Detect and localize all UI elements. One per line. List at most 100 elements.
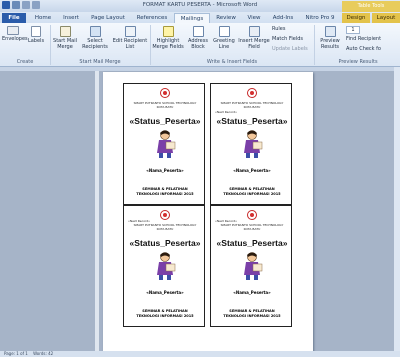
auto-check-button[interactable]: Auto Check fo [346,46,400,52]
group-create: Create [16,59,34,65]
status-field: «Status_Peserta» [216,116,288,126]
recipients-icon [89,26,101,37]
select-recipients-label: Select Recipients [82,38,108,50]
status-field: «Status_Peserta» [129,116,201,126]
ribbon-tabs: File Home Insert Page Layout References … [0,12,400,23]
vertical-ruler [95,71,99,351]
start-mail-merge-button[interactable]: Start Mail Merge [52,26,78,50]
tab-mailings[interactable]: Mailings [174,13,210,23]
tab-references[interactable]: References [132,13,172,23]
rules-button[interactable]: Rules [272,26,312,32]
next-record-field: «Next Record» [215,110,237,114]
status-bar: Page: 1 of 1 Words: 42 [0,351,400,357]
tab-review[interactable]: Review [212,13,240,23]
preview-results-label: Preview Results [320,38,340,50]
address-block-icon [192,26,204,37]
status-field: «Status_Peserta» [129,238,201,248]
word-window: FORMAT KARTU PESERTA - Microsoft Word Ta… [0,0,400,357]
labels-icon [31,26,41,37]
tab-view[interactable]: View [242,13,266,23]
school-city: KOTA BATU [243,227,261,231]
find-recipient-label: Find Recipient [346,36,382,42]
school-logo-icon [160,88,170,98]
student-illustration-icon [157,252,176,280]
school-logo-icon [247,210,257,220]
participant-card: «Next Record» SMART PUTRANTO SCHOOL TECH… [210,205,292,327]
school-logo-icon [247,88,257,98]
tab-design[interactable]: Design [342,13,370,23]
labels-button[interactable]: Labels [26,26,46,44]
seminar-subtitle: TEKNOLOGI INFORMASI 2015 [223,192,281,196]
school-city: KOTA BATU [243,105,261,109]
auto-check-label: Auto Check fo [346,46,381,52]
seminar-subtitle: TEKNOLOGI INFORMASI 2015 [136,192,194,196]
school-logo-icon [160,210,170,220]
document-page[interactable]: SMART PUTRANTO SCHOOL TECHNOLOGY KOTA BA… [103,72,313,357]
match-fields-button[interactable]: Match Fields [272,36,312,42]
table-tools-label: Table Tools [342,1,400,12]
highlight-icon [162,26,174,37]
match-fields-label: Match Fields [272,36,303,42]
nama-field: «Nama_Peserta» [233,168,271,173]
tab-add-ins[interactable]: Add-Ins [268,13,298,23]
mail-merge-icon [59,26,71,37]
school-city: KOTA BATU [156,227,174,231]
insert-merge-field-label: Insert Merge Field [238,38,270,50]
divider [50,25,51,65]
seminar-subtitle: TEKNOLOGI INFORMASI 2015 [223,314,281,318]
envelopes-label: Envelopes [2,36,28,42]
edit-recipient-list-label: Edit Recipient List [112,38,148,50]
tab-file[interactable]: File [2,13,26,23]
group-write-insert: Write & Insert Fields [206,59,258,65]
nama-field: «Nama_Peserta» [233,290,271,295]
divider [150,25,151,65]
ribbon: Envelopes Labels Create Start Mail Merge… [0,23,400,67]
start-mail-merge-label: Start Mail Merge [53,38,77,50]
envelopes-button[interactable]: Envelopes [2,26,28,42]
group-start-mail-merge: Start Mail Merge [79,59,121,65]
insert-merge-field-button[interactable]: Insert Merge Field [238,26,270,50]
preview-results-button[interactable]: Preview Results [316,26,344,50]
window-title: FORMAT KARTU PESERTA - Microsoft Word [142,2,258,8]
update-labels-button[interactable]: Update Labels [272,46,312,52]
find-recipient-button[interactable]: Find Recipient [346,36,400,42]
labels-label: Labels [27,38,45,44]
participant-card: SMART PUTRANTO SCHOOL TECHNOLOGY KOTA BA… [123,83,205,205]
preview-icon [324,26,336,37]
participant-card: «Next Record» SMART PUTRANTO SCHOOL TECH… [123,205,205,327]
school-city: KOTA BATU [156,105,174,109]
page-count[interactable]: Page: 1 of 1 [4,351,28,356]
tab-layout[interactable]: Layout [372,13,400,23]
greeting-line-label: Greeting Line [213,38,235,50]
student-illustration-icon [244,130,263,158]
seminar-subtitle: TEKNOLOGI INFORMASI 2015 [136,314,194,318]
participant-card: «Next Record» SMART PUTRANTO SCHOOL TECH… [210,83,292,205]
greeting-line-button[interactable]: Greeting Line [212,26,236,50]
update-labels-label: Update Labels [272,46,308,52]
nama-field: «Nama_Peserta» [146,290,184,295]
word-count[interactable]: Words: 42 [33,351,53,356]
merge-field-icon [248,26,260,37]
record-number-field[interactable]: 1 [346,26,360,34]
tab-home[interactable]: Home [30,13,56,23]
greeting-icon [218,26,230,37]
nama-field: «Nama_Peserta» [146,168,184,173]
highlight-merge-fields-button[interactable]: Highlight Merge Fields [152,26,184,50]
student-illustration-icon [244,252,263,280]
divider [314,25,315,65]
vertical-scrollbar[interactable] [394,67,400,351]
edit-recipient-list-button[interactable]: Edit Recipient List [112,26,148,50]
highlight-label: Highlight Merge Fields [152,38,184,50]
group-preview-results: Preview Results [338,59,378,65]
select-recipients-button[interactable]: Select Recipients [80,26,110,50]
tab-page-layout[interactable]: Page Layout [86,13,130,23]
record-number: 1 [351,27,355,33]
title-bar: FORMAT KARTU PESERTA - Microsoft Word Ta… [0,0,400,12]
student-illustration-icon [157,130,176,158]
tab-nitro[interactable]: Nitro Pro 9 [300,13,340,23]
address-block-button[interactable]: Address Block [186,26,210,50]
tab-insert[interactable]: Insert [58,13,84,23]
rules-label: Rules [272,26,286,32]
address-block-label: Address Block [188,38,208,50]
status-field: «Status_Peserta» [216,238,288,248]
